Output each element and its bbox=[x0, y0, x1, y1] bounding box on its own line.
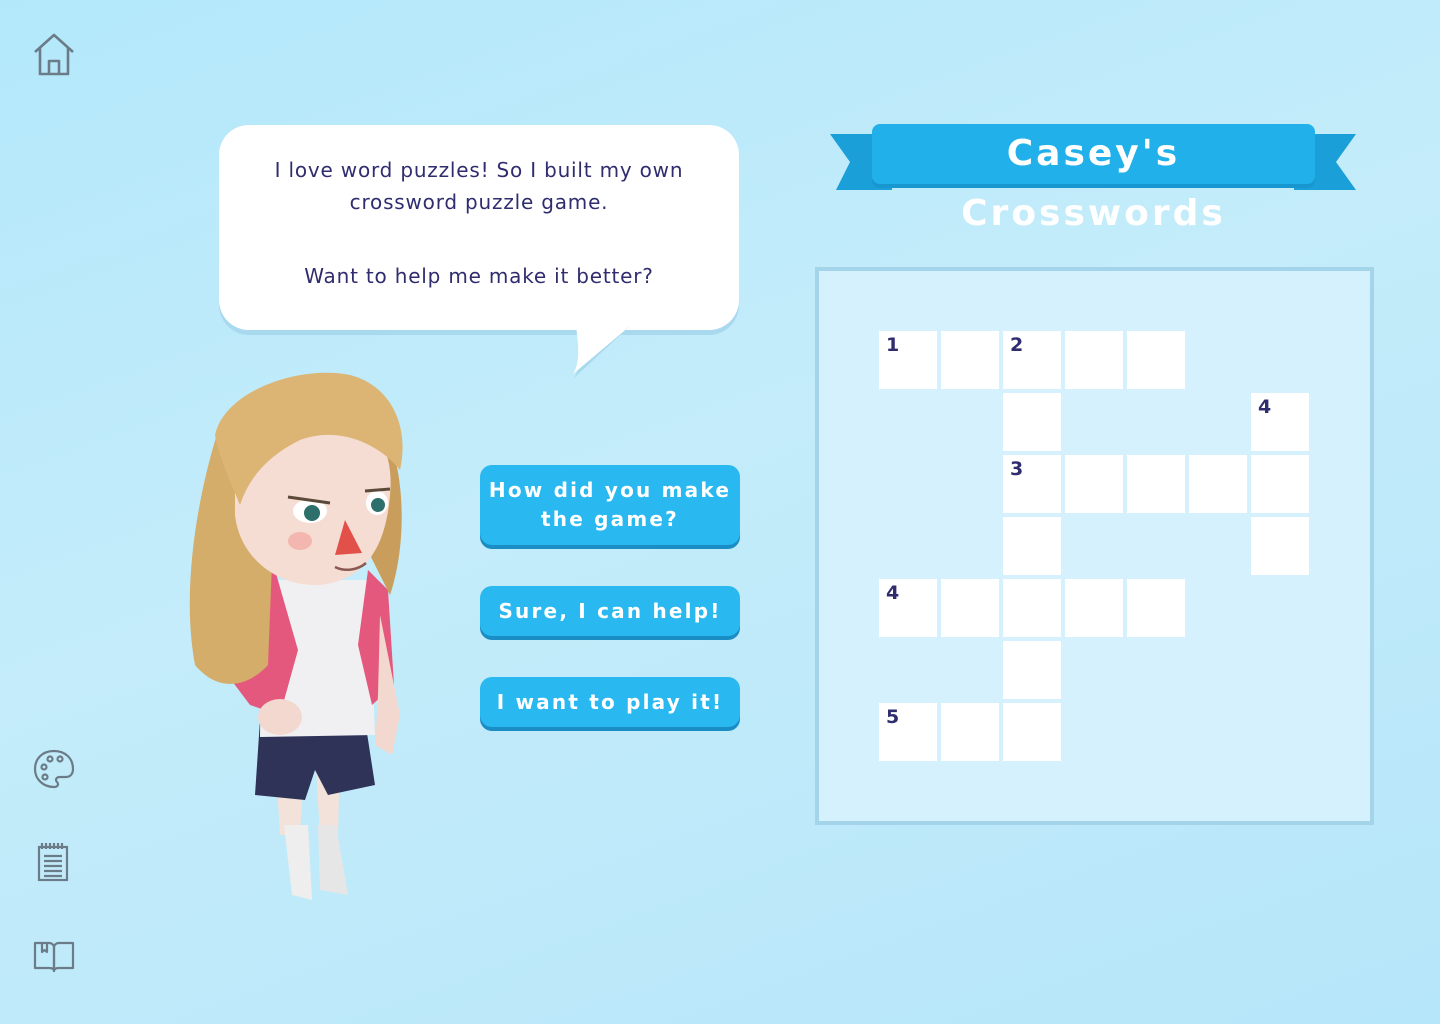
crossword-cell[interactable] bbox=[1127, 331, 1185, 389]
crossword-cell[interactable] bbox=[1003, 703, 1061, 761]
crossword-cell[interactable]: 3 bbox=[1003, 455, 1061, 513]
i-want-to-play-button[interactable]: I want to play it! bbox=[480, 677, 740, 727]
crossword-cell[interactable] bbox=[941, 331, 999, 389]
crossword-cell[interactable] bbox=[941, 579, 999, 637]
casey-character-illustration bbox=[189, 372, 403, 900]
crossword-cell[interactable] bbox=[1251, 517, 1309, 575]
bubble-line-3: Want to help me make it better? bbox=[304, 264, 654, 288]
palette-icon[interactable] bbox=[30, 745, 78, 793]
crossword-cell[interactable] bbox=[1189, 455, 1247, 513]
choice-3-label: I want to play it! bbox=[496, 689, 724, 714]
crossword-cell[interactable]: 4 bbox=[1251, 393, 1309, 451]
home-icon[interactable] bbox=[30, 30, 78, 78]
book-icon[interactable] bbox=[30, 932, 78, 980]
crossword-cell[interactable]: 5 bbox=[879, 703, 937, 761]
crossword-cell[interactable]: 2 bbox=[1003, 331, 1061, 389]
crossword-cell[interactable]: 4 bbox=[879, 579, 937, 637]
bubble-line-2: crossword puzzle game. bbox=[349, 190, 609, 214]
banner-title: Casey's Crosswords bbox=[872, 124, 1315, 234]
crossword-cell[interactable] bbox=[1003, 517, 1061, 575]
crossword-cell[interactable] bbox=[1251, 455, 1309, 513]
crossword-cell[interactable] bbox=[1065, 579, 1123, 637]
clue-number: 4 bbox=[1258, 396, 1272, 418]
crossword-cell[interactable] bbox=[1127, 579, 1185, 637]
crossword-cell[interactable] bbox=[1065, 455, 1123, 513]
title-banner: Casey's Crosswords bbox=[830, 124, 1356, 234]
crossword-cell[interactable] bbox=[1003, 579, 1061, 637]
clue-number: 3 bbox=[1010, 458, 1024, 480]
bubble-line-1: I love word puzzles! So I built my own bbox=[274, 158, 684, 182]
notepad-icon[interactable] bbox=[30, 838, 78, 886]
clue-number: 5 bbox=[886, 706, 900, 728]
bubble-tail bbox=[573, 326, 630, 378]
clue-number: 1 bbox=[886, 334, 900, 356]
crossword-cell[interactable] bbox=[1065, 331, 1123, 389]
crossword-cell[interactable] bbox=[1003, 393, 1061, 451]
crossword-cell[interactable] bbox=[1003, 641, 1061, 699]
choice-1-line-1: How did you make bbox=[488, 478, 732, 502]
crossword-cell[interactable]: 1 bbox=[879, 331, 937, 389]
how-did-you-make-button[interactable]: How did you make the game? bbox=[480, 465, 740, 545]
crossword-cell[interactable] bbox=[941, 703, 999, 761]
choice-2-label: Sure, I can help! bbox=[498, 598, 722, 623]
crossword-grid: 1 2 4 3 4 5 bbox=[815, 267, 1374, 825]
sure-i-can-help-button[interactable]: Sure, I can help! bbox=[480, 586, 740, 636]
crossword-cell[interactable] bbox=[1127, 455, 1185, 513]
speech-bubble: I love word puzzles! So I built my own c… bbox=[219, 125, 739, 330]
clue-number: 4 bbox=[886, 582, 900, 604]
clue-number: 2 bbox=[1010, 334, 1024, 356]
choice-1-line-2: the game? bbox=[541, 507, 679, 531]
